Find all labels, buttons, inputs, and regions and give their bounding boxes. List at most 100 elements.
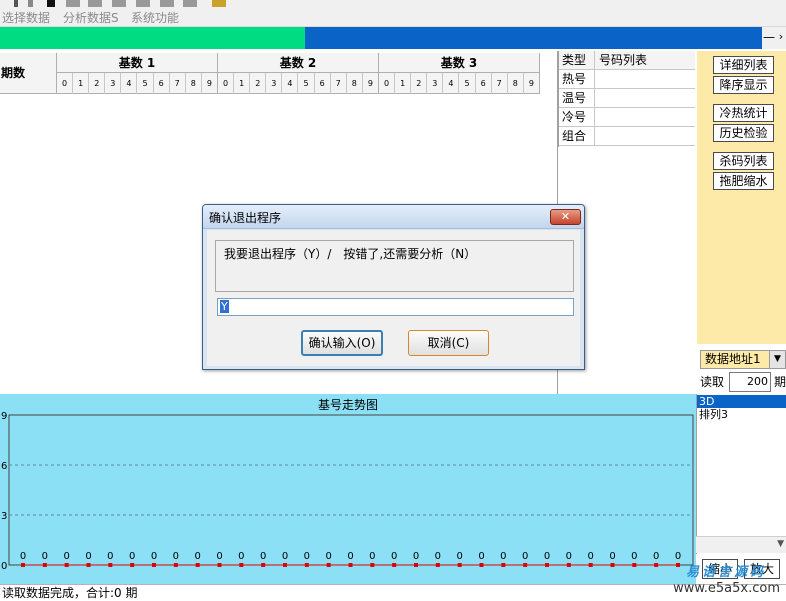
toolbar-icon[interactable] — [28, 0, 33, 7]
shrink-button[interactable]: 拖肥缩水 — [713, 172, 774, 190]
digit-column-header[interactable]: 2 — [250, 73, 267, 94]
group-1-header: 基数 1 0123456789 — [57, 53, 218, 94]
toolbar-icon[interactable] — [47, 0, 55, 7]
digit-column-header[interactable]: 7 — [331, 73, 347, 94]
digit-column-header[interactable]: 1 — [234, 73, 251, 94]
menu-select-data[interactable]: 选择数据 — [2, 9, 50, 26]
digit-column-header[interactable]: 8 — [186, 73, 202, 94]
data-label: 0 — [42, 551, 48, 562]
toolbar-icon[interactable] — [212, 0, 226, 7]
digit-column-header[interactable]: 3 — [105, 73, 122, 94]
type-cell: 热号 — [559, 70, 595, 89]
y-tick-label: 0 — [1, 561, 7, 572]
data-label: 0 — [173, 551, 179, 562]
table-row[interactable]: 热号 — [559, 70, 695, 89]
data-label: 0 — [391, 551, 397, 562]
digit-column-header[interactable]: 7 — [170, 73, 186, 94]
digit-column-header[interactable]: 4 — [121, 73, 138, 94]
digit-column-header[interactable]: 4 — [443, 73, 460, 94]
table-row[interactable]: 温号 — [559, 89, 695, 108]
data-label: 0 — [631, 551, 637, 562]
sort-desc-button[interactable]: 降序显示 — [713, 76, 774, 94]
detail-list-button[interactable]: 详细列表 — [713, 56, 774, 74]
toolbar-icon[interactable] — [136, 0, 150, 7]
close-icon[interactable]: ✕ — [550, 209, 581, 225]
read-count-input[interactable]: 200 — [729, 372, 771, 392]
toolbar-icon[interactable] — [88, 0, 102, 7]
toolbar-icon[interactable] — [183, 0, 197, 7]
digit-column-header[interactable]: 2 — [89, 73, 106, 94]
digit-column-header[interactable]: 7 — [492, 73, 508, 94]
cancel-button[interactable]: 取消(C) — [408, 330, 489, 356]
progress-fill — [0, 27, 305, 49]
data-label: 0 — [260, 551, 266, 562]
digit-column-header[interactable]: 6 — [154, 73, 170, 94]
list-item[interactable]: 排列3 — [697, 408, 786, 421]
digit-column-header[interactable]: 0 — [379, 73, 396, 94]
list-item[interactable]: 3D — [697, 395, 786, 408]
digit-column-header[interactable]: 5 — [137, 73, 154, 94]
table-row[interactable]: 冷号 — [559, 108, 695, 127]
data-point — [370, 563, 375, 567]
toolbar-icon[interactable] — [160, 0, 174, 7]
digit-column-header[interactable]: 0 — [57, 73, 74, 94]
digit-row: 0123456789 — [379, 73, 539, 94]
digit-column-header[interactable]: 5 — [459, 73, 476, 94]
type-table[interactable]: 类型 号码列表 热号 温号 冷号 组合 — [558, 51, 695, 147]
digit-column-header[interactable]: 9 — [202, 73, 217, 94]
plot-frame — [8, 414, 694, 566]
table-row[interactable]: 组合 — [559, 127, 695, 146]
hot-cold-stats-button[interactable]: 冷热统计 — [713, 104, 774, 122]
trend-chart: 基号走势图 0 3 6 9 0 0 0 0 0 0 0 0 0 0 0 0 0 0 0 0 0 0 0 0 0 0 0 0 0 0 0 0 0 0 0 — [0, 394, 696, 584]
data-address-select[interactable]: 数据地址1 ▼ — [700, 350, 786, 369]
digit-column-header[interactable]: 8 — [347, 73, 363, 94]
digit-column-header[interactable]: 1 — [395, 73, 412, 94]
toolbar-icon[interactable] — [112, 0, 126, 7]
dialog-titlebar[interactable]: 确认退出程序 ✕ — [203, 205, 584, 229]
data-label: 0 — [566, 551, 572, 562]
period-column-header[interactable]: 期数 — [0, 53, 57, 94]
chevron-down-icon[interactable]: ▼ — [777, 539, 784, 549]
digit-column-header[interactable]: 1 — [73, 73, 90, 94]
digit-column-header[interactable]: 8 — [508, 73, 524, 94]
data-label: 0 — [435, 551, 441, 562]
digit-column-header[interactable]: 3 — [266, 73, 283, 94]
data-label: 0 — [238, 551, 244, 562]
digit-column-header[interactable]: 2 — [411, 73, 428, 94]
data-point — [304, 563, 309, 567]
minimize-button[interactable]: — — [762, 27, 776, 49]
chevron-down-icon[interactable]: ▼ — [769, 351, 785, 368]
menu-system[interactable]: 系统功能 — [131, 9, 179, 26]
digit-column-header[interactable]: 6 — [476, 73, 492, 94]
data-point — [545, 563, 549, 567]
digit-column-header[interactable]: 0 — [218, 73, 235, 94]
y-tick-label: 3 — [1, 511, 7, 522]
watermark: 易语言源码 www.e5a5x.com — [672, 561, 786, 599]
data-label: 0 — [347, 551, 353, 562]
watermark-text: 易语言源码 — [685, 565, 766, 580]
confirm-button[interactable]: 确认输入(O) — [301, 330, 383, 356]
data-point — [152, 563, 156, 567]
data-point — [130, 563, 135, 567]
digit-column-header[interactable]: 9 — [524, 73, 539, 94]
digit-row: 0123456789 — [57, 73, 217, 94]
next-arrow-button[interactable]: › — [776, 27, 786, 49]
read-unit-label: 期 — [774, 375, 786, 389]
digit-column-header[interactable]: 9 — [363, 73, 378, 94]
kill-code-list-button[interactable]: 杀码列表 — [713, 152, 774, 170]
toolbar-icon[interactable] — [14, 0, 18, 7]
digit-column-header[interactable]: 5 — [298, 73, 315, 94]
lottery-list[interactable]: 3D 排列3 — [696, 394, 786, 554]
digit-column-header[interactable]: 3 — [427, 73, 444, 94]
toolbar-icon[interactable] — [66, 0, 80, 7]
digit-column-header[interactable]: 6 — [315, 73, 331, 94]
data-label: 0 — [478, 551, 484, 562]
menu-analyze-data[interactable]: 分析数据S — [63, 9, 119, 26]
answer-input[interactable]: Y — [217, 298, 574, 316]
digit-column-header[interactable]: 4 — [282, 73, 299, 94]
list-scrollbar[interactable]: ▼ — [696, 536, 786, 553]
type-cell: 温号 — [559, 89, 595, 108]
history-check-button[interactable]: 历史检验 — [713, 124, 774, 142]
group-title: 基数 2 — [218, 53, 378, 73]
type-cell: 组合 — [559, 127, 595, 146]
